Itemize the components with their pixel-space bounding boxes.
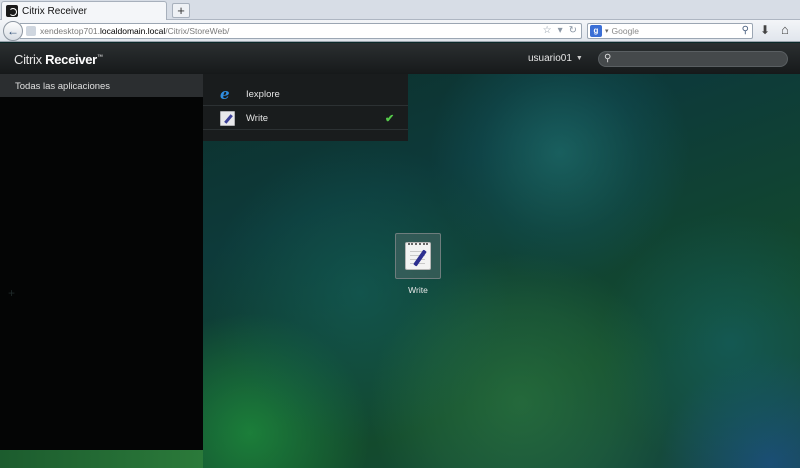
user-menu[interactable]: usuario01 ▼ <box>528 53 583 64</box>
google-icon[interactable]: g <box>590 25 602 37</box>
address-bar[interactable]: xendesktop701.localdomain.local/Citrix/S… <box>20 23 582 39</box>
menu-item-label: Write <box>246 113 268 124</box>
bookmark-star-icon[interactable]: ☆ <box>543 25 552 36</box>
sidebar: Todas las aplicaciones + <box>0 74 203 450</box>
sidebar-item-all-apps[interactable]: Todas las aplicaciones <box>0 74 203 97</box>
browser-tab[interactable]: Citrix Receiver <box>1 1 167 20</box>
app-search-box[interactable]: ⚲ <box>598 51 788 67</box>
address-buttons: ☆ ▾ ↻ <box>543 25 577 36</box>
internet-explorer-icon: e <box>220 85 230 103</box>
search-icon: ⚲ <box>604 53 612 64</box>
browser-navbar: xendesktop701.localdomain.local/Citrix/S… <box>0 20 800 42</box>
search-engine-dropdown-icon[interactable]: ▾ <box>605 27 609 35</box>
checkmark-icon: ✔ <box>385 113 395 125</box>
username-label[interactable]: usuario01 <box>528 53 572 64</box>
apps-dropdown-menu: e Iexplore Write ✔ <box>203 74 408 141</box>
sidebar-item-label: Todas las aplicaciones <box>15 81 111 92</box>
history-dropdown-icon[interactable]: ▾ <box>558 25 563 36</box>
menu-item-label: Iexplore <box>246 89 280 100</box>
app-tile-label[interactable]: Write <box>395 285 441 295</box>
plus-icon: + <box>8 286 16 300</box>
menu-item-iexplore[interactable]: e Iexplore <box>203 84 408 106</box>
back-button[interactable]: ← <box>3 21 23 41</box>
chevron-down-icon[interactable]: ▼ <box>576 55 583 62</box>
wordpad-write-icon <box>220 111 235 126</box>
app-search-input[interactable] <box>617 53 782 65</box>
tab-title: Citrix Receiver <box>22 5 88 17</box>
browser-tabstrip: Citrix Receiver + <box>0 0 800 20</box>
magnifier-icon[interactable]: ⚲ <box>742 25 749 36</box>
home-icon[interactable]: ⌂ <box>781 22 789 37</box>
menu-item-write[interactable]: Write ✔ <box>203 108 408 130</box>
web-search-bar[interactable]: g ▾ Google ⚲ <box>587 23 753 39</box>
wordpad-write-icon <box>405 242 431 270</box>
new-tab-button[interactable]: + <box>172 3 190 18</box>
app-tile-write[interactable] <box>395 233 441 279</box>
downloads-icon[interactable]: ⬇ <box>760 23 770 37</box>
citrix-receiver-logo: Citrix Receiver™ <box>14 52 103 67</box>
back-arrow-icon: ← <box>7 24 19 38</box>
web-search-placeholder: Google <box>611 26 639 36</box>
site-identity-icon[interactable] <box>26 26 36 36</box>
citrix-favicon-icon <box>6 5 18 17</box>
reload-icon[interactable]: ↻ <box>569 25 577 36</box>
receiver-page: Citrix Receiver™ usuario01 ▼ ⚲ Todas las… <box>0 43 800 468</box>
address-url[interactable]: xendesktop701.localdomain.local/Citrix/S… <box>40 26 229 36</box>
receiver-header: Citrix Receiver™ usuario01 ▼ ⚲ <box>0 43 800 74</box>
sidebar-bottom-strip <box>0 450 203 468</box>
